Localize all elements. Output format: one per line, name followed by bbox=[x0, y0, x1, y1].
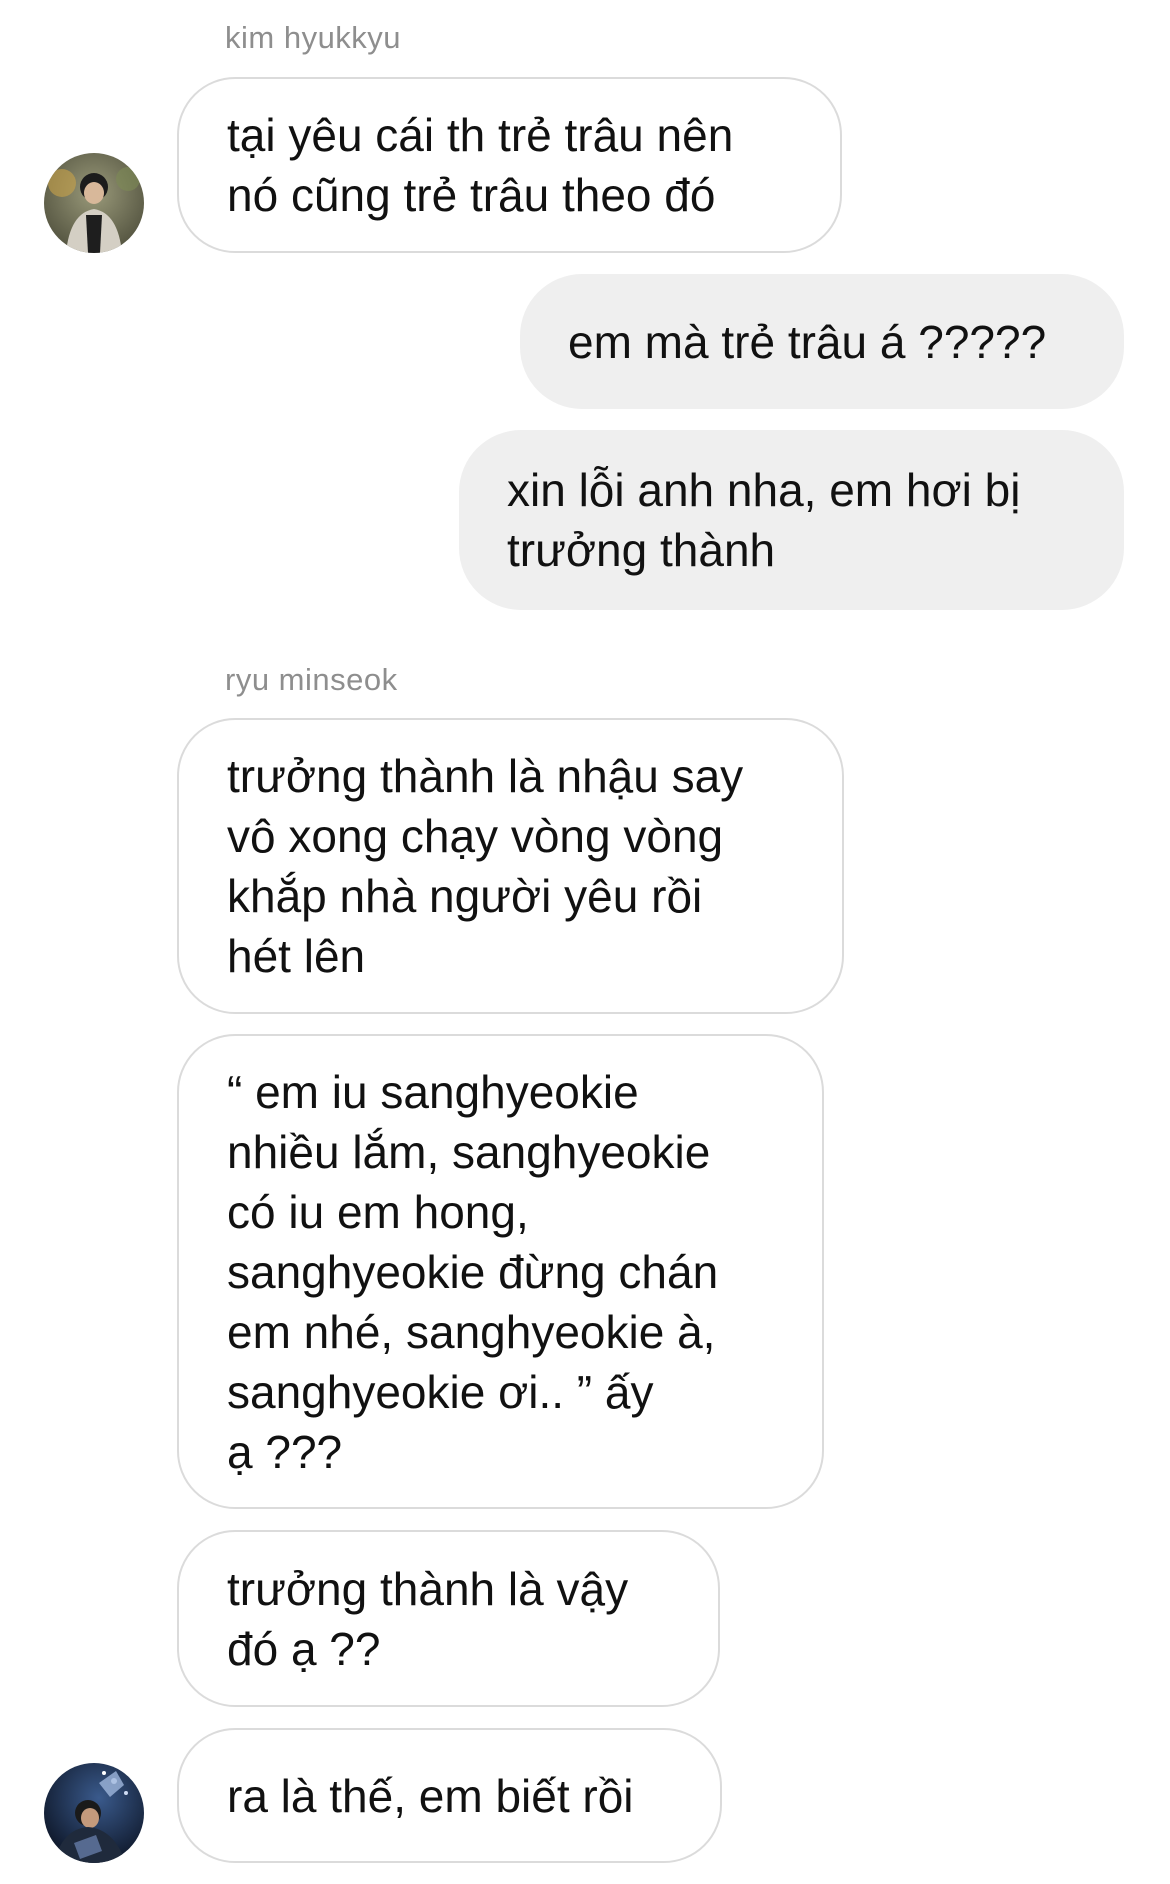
message-text: tại yêu cái th trẻ trâu nên nó cũng trẻ … bbox=[227, 109, 734, 221]
message-bubble-incoming[interactable]: tại yêu cái th trẻ trâu nên nó cũng trẻ … bbox=[177, 77, 842, 253]
profile-photo-icon bbox=[44, 153, 144, 253]
message-text: trưởng thành là nhậu say vô xong chạy vò… bbox=[227, 750, 744, 982]
message-text: em mà trẻ trâu á ????? bbox=[568, 315, 1047, 368]
message-bubble-outgoing[interactable]: xin lỗi anh nha, em hơi bị trưởng thành bbox=[459, 430, 1124, 610]
message-text: trưởng thành là vậy đó ạ ?? bbox=[227, 1562, 629, 1675]
message-text: xin lỗi anh nha, em hơi bị trưởng thành bbox=[507, 464, 1021, 576]
message-bubble-incoming[interactable]: ra là thế, em biết rồi bbox=[177, 1728, 722, 1863]
message-text: ra là thế, em biết rồi bbox=[227, 1769, 634, 1822]
avatar[interactable] bbox=[44, 1763, 144, 1863]
profile-photo-icon bbox=[44, 1763, 144, 1863]
message-bubble-incoming[interactable]: “ em iu sanghyeokie nhiều lắm, sanghyeok… bbox=[177, 1034, 824, 1509]
sender-name: kim hyukkyu bbox=[225, 20, 402, 55]
avatar[interactable] bbox=[44, 153, 144, 253]
message-bubble-incoming[interactable]: trưởng thành là vậy đó ạ ?? bbox=[177, 1530, 720, 1707]
message-bubble-outgoing[interactable]: em mà trẻ trâu á ????? bbox=[520, 274, 1124, 409]
sender-name: ryu minseok bbox=[225, 662, 398, 697]
message-bubble-incoming[interactable]: trưởng thành là nhậu say vô xong chạy vò… bbox=[177, 718, 844, 1014]
message-text: “ em iu sanghyeokie nhiều lắm, sanghyeok… bbox=[227, 1065, 719, 1478]
